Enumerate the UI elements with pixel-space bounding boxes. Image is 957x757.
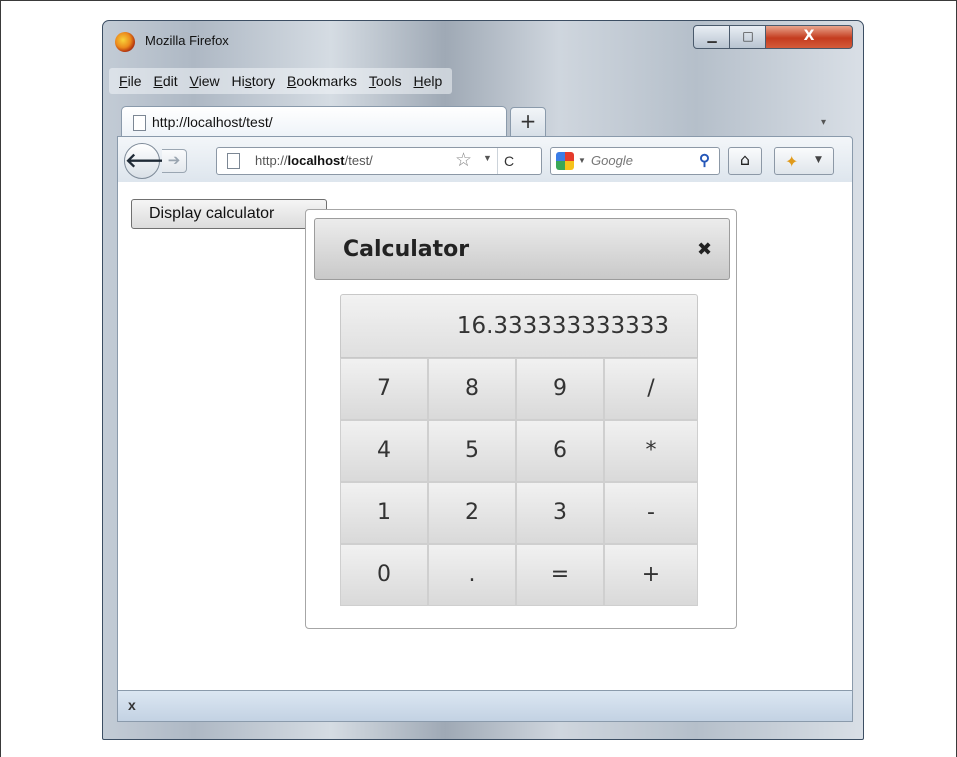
menu-help[interactable]: Help	[409, 68, 446, 90]
menu-history[interactable]: History	[228, 68, 280, 90]
search-engine-dropdown-icon[interactable]: ▼	[578, 156, 586, 165]
key-7[interactable]: 7	[340, 358, 428, 420]
menu-view[interactable]: View	[186, 68, 224, 90]
key-add[interactable]: +	[604, 544, 698, 606]
addon-icon: ✦	[785, 152, 799, 171]
window-title: Mozilla Firefox	[145, 33, 229, 48]
firefox-logo-icon	[115, 32, 135, 52]
key-5[interactable]: 5	[428, 420, 516, 482]
new-tab-button[interactable]: +	[510, 107, 546, 137]
navigation-toolbar: 🡐 ➔ http://localhost/test/ ☆ ▼ C ▼ Googl…	[117, 136, 853, 184]
calculator-dialog: Calculator ✖ 16.333333333333 7 8 9 / 4 5…	[305, 209, 737, 629]
outer-frame-left	[0, 0, 1, 757]
history-dropdown-icon[interactable]: ▼	[483, 153, 492, 163]
menu-edit-key: E	[153, 73, 163, 89]
key-6[interactable]: 6	[516, 420, 604, 482]
url-prefix: http://	[255, 153, 288, 168]
key-multiply[interactable]: *	[604, 420, 698, 482]
menu-help-key: H	[413, 73, 424, 89]
url-path: /test/	[344, 153, 373, 168]
calculator-display: 16.333333333333	[340, 294, 698, 358]
browser-window: Mozilla Firefox ▁ □ X File Edit View His…	[102, 20, 864, 740]
search-bar[interactable]: ▼ Google ⚲	[550, 147, 720, 175]
addon-dropdown-icon[interactable]: ▼	[815, 155, 822, 165]
reload-button[interactable]: C	[497, 148, 520, 174]
outer-frame-top	[0, 0, 957, 1]
menu-history-start: Hi	[231, 73, 245, 89]
minimize-button[interactable]: ▁	[693, 25, 731, 49]
tab-list-chevron-icon[interactable]: ▾	[821, 117, 826, 128]
menu-view-rest: iew	[198, 73, 220, 89]
display-calculator-button[interactable]: Display calculator	[131, 199, 327, 229]
back-button[interactable]: 🡐	[124, 143, 179, 179]
key-4[interactable]: 4	[340, 420, 428, 482]
menu-bookmarks-key: B	[286, 73, 297, 89]
key-2[interactable]: 2	[428, 482, 516, 544]
page-icon	[133, 115, 146, 131]
url-bar[interactable]: http://localhost/test/ ☆ ▼ C	[216, 147, 542, 175]
menu-history-key: s	[244, 73, 252, 89]
key-divide[interactable]: /	[604, 358, 698, 420]
close-window-button[interactable]: X	[765, 25, 853, 49]
menu-bookmarks-rest: ookmarks	[296, 73, 357, 89]
key-subtract[interactable]: -	[604, 482, 698, 544]
forward-arrow-icon: ➔	[167, 151, 181, 169]
addon-button[interactable]: ✦ ▼	[774, 147, 834, 175]
search-input[interactable]: Google	[591, 153, 633, 168]
page-content: Display calculator Calculator ✖ 16.33333…	[117, 182, 853, 690]
forward-button[interactable]: ➔	[162, 149, 187, 173]
tab-label: http://localhost/test/	[152, 114, 273, 130]
maximize-button[interactable]: □	[729, 25, 767, 49]
menu-file-key: F	[119, 73, 128, 89]
menu-file-rest: ile	[127, 73, 142, 89]
key-1[interactable]: 1	[340, 482, 428, 544]
home-icon: ⌂	[739, 150, 751, 169]
key-equals[interactable]: =	[516, 544, 604, 606]
url-host: localhost	[287, 153, 345, 168]
menu-edit-rest: dit	[162, 73, 178, 89]
site-identity-icon[interactable]	[227, 153, 240, 169]
menu-bar: File Edit View History Bookmarks Tools H…	[109, 68, 453, 94]
menu-tools-rest: ools	[375, 73, 402, 89]
menu-bookmarks[interactable]: Bookmarks	[283, 68, 361, 90]
close-dialog-icon[interactable]: ✖	[697, 239, 712, 260]
close-addon-bar-icon[interactable]: x	[128, 697, 136, 713]
key-9[interactable]: 9	[516, 358, 604, 420]
key-decimal[interactable]: .	[428, 544, 516, 606]
reload-icon: C	[503, 153, 515, 169]
google-icon[interactable]	[556, 152, 574, 170]
menu-edit[interactable]: Edit	[149, 68, 181, 90]
tab-localhost[interactable]: http://localhost/test/	[121, 106, 507, 137]
dialog-title: Calculator	[343, 237, 470, 262]
menu-file[interactable]: File	[115, 68, 146, 90]
key-3[interactable]: 3	[516, 482, 604, 544]
home-button[interactable]: ⌂	[728, 147, 762, 175]
menu-view-key: V	[189, 73, 199, 89]
title-bar: Mozilla Firefox ▁ □ X	[103, 21, 863, 61]
add-on-bar: x	[117, 690, 853, 722]
menu-tools-key: T	[368, 73, 376, 89]
dialog-header[interactable]: Calculator ✖	[314, 218, 730, 280]
url-text[interactable]: http://localhost/test/	[255, 153, 373, 168]
star-icon[interactable]: ☆	[455, 149, 472, 172]
menu-tools[interactable]: Tools	[365, 68, 406, 90]
key-8[interactable]: 8	[428, 358, 516, 420]
key-0[interactable]: 0	[340, 544, 428, 606]
menu-help-rest: elp	[423, 73, 443, 89]
menu-history-rest: tory	[251, 73, 276, 89]
search-icon[interactable]: ⚲	[699, 151, 710, 169]
